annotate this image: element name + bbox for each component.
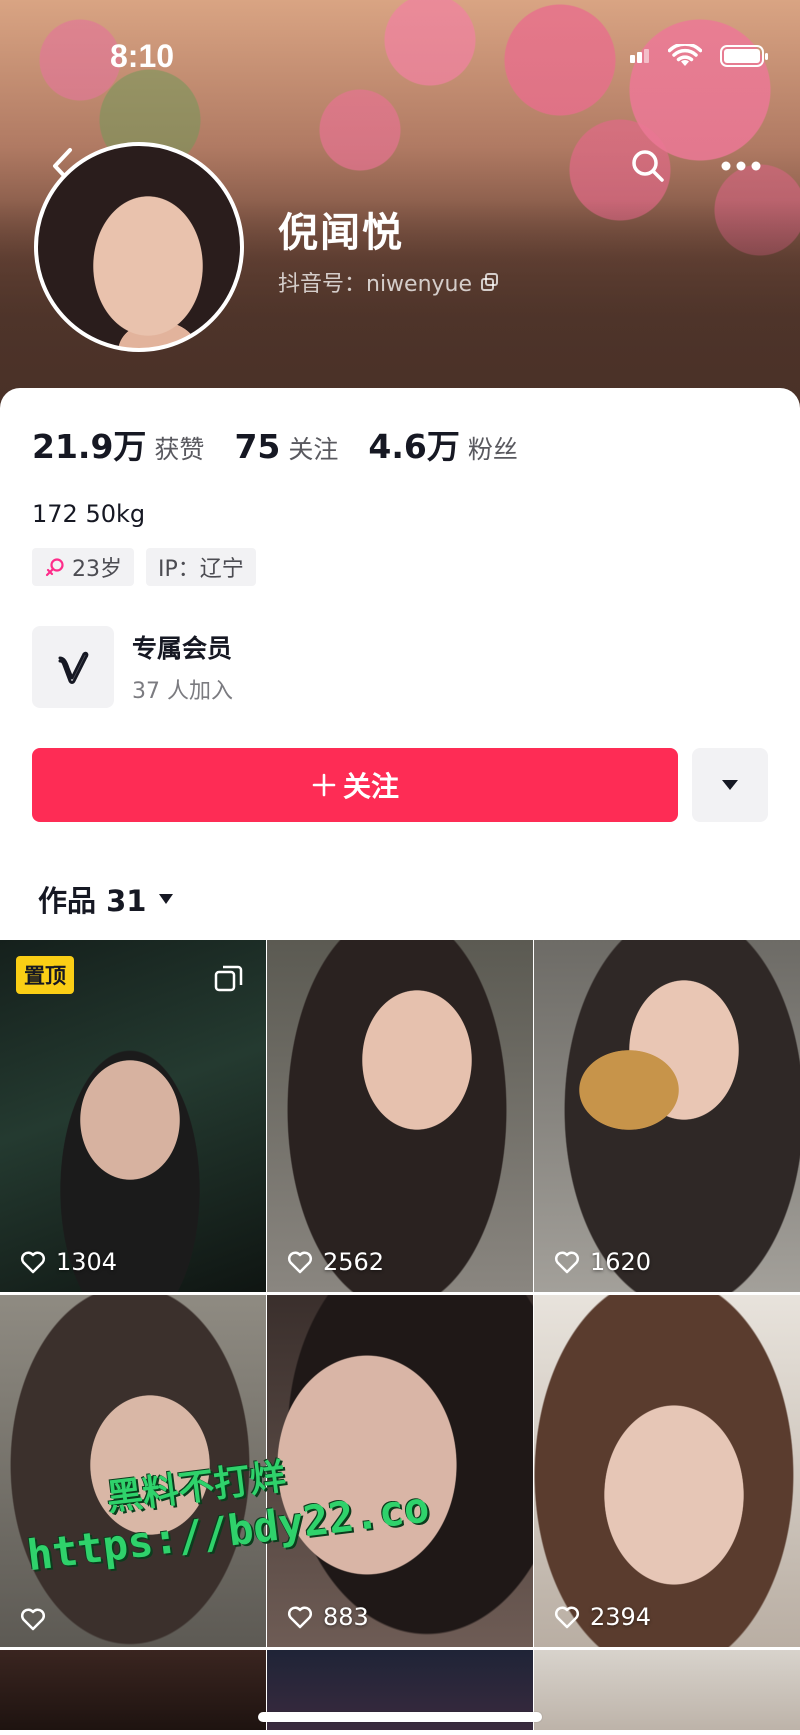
profile-tags: 23岁 IP：辽宁 bbox=[32, 548, 256, 586]
like-count-value: 1304 bbox=[56, 1248, 118, 1276]
video-grid: 置顶 1304 2562 1620 883 2394 bbox=[0, 940, 800, 1730]
follow-label: 关注 bbox=[342, 770, 399, 803]
like-count: 1304 bbox=[20, 1248, 117, 1276]
copy-icon[interactable] bbox=[480, 272, 500, 292]
avatar[interactable] bbox=[34, 142, 244, 352]
membership-entry[interactable]: 专属会员 37 人加入 bbox=[32, 626, 233, 708]
heart-icon bbox=[20, 1608, 46, 1631]
tab-works[interactable]: 作品 31 bbox=[38, 878, 174, 920]
stat-value: 4.6万 bbox=[368, 427, 460, 466]
ip-label: IP：辽宁 bbox=[158, 557, 244, 582]
like-count-value: 2394 bbox=[590, 1603, 652, 1631]
like-count bbox=[20, 1607, 56, 1631]
heart-icon bbox=[287, 1251, 313, 1274]
status-time: 8:10 bbox=[110, 38, 175, 74]
stat-label: 粉丝 bbox=[467, 435, 518, 464]
recommend-dropdown-button[interactable] bbox=[692, 748, 768, 822]
pinned-badge: 置顶 bbox=[16, 956, 74, 994]
like-count-value: 2562 bbox=[323, 1248, 385, 1276]
video-thumbnail[interactable] bbox=[0, 1650, 266, 1730]
search-icon[interactable] bbox=[630, 148, 666, 184]
handle-text: 抖音号：niwenyue bbox=[278, 272, 473, 297]
like-count: 2394 bbox=[554, 1603, 651, 1631]
stat-value: 21.9万 bbox=[32, 427, 147, 466]
multi-image-icon bbox=[214, 965, 243, 992]
follow-button[interactable]: 关注 bbox=[32, 748, 678, 822]
plus-icon bbox=[312, 773, 336, 797]
signal-icon bbox=[630, 49, 650, 63]
membership-badge bbox=[32, 626, 114, 708]
like-count-value: 883 bbox=[323, 1603, 369, 1631]
status-icons bbox=[630, 44, 768, 68]
female-icon bbox=[45, 558, 64, 577]
membership-text: 专属会员 37 人加入 bbox=[132, 629, 233, 705]
profile-bio: 172 50kg bbox=[32, 500, 146, 528]
status-bar: 8:10 bbox=[0, 38, 800, 78]
video-thumbnail[interactable]: 置顶 1304 bbox=[0, 940, 266, 1292]
stat-label: 获赞 bbox=[154, 435, 205, 464]
stat-followers[interactable]: 4.6万 粉丝 bbox=[368, 420, 517, 468]
wifi-icon bbox=[668, 44, 702, 66]
profile-name: 倪闻悦 bbox=[278, 210, 404, 256]
heart-icon bbox=[554, 1251, 580, 1274]
like-count: 883 bbox=[287, 1603, 369, 1631]
like-count: 1620 bbox=[554, 1248, 651, 1276]
ip-tag: IP：辽宁 bbox=[146, 548, 256, 586]
stat-likes[interactable]: 21.9万 获赞 bbox=[32, 420, 204, 468]
vip-v-icon bbox=[58, 651, 89, 684]
video-thumbnail[interactable]: 1620 bbox=[534, 940, 800, 1292]
stat-following[interactable]: 75 关注 bbox=[234, 427, 338, 466]
battery-icon bbox=[720, 45, 768, 67]
age-label: 23岁 bbox=[72, 557, 122, 582]
age-tag: 23岁 bbox=[32, 548, 134, 586]
heart-icon bbox=[554, 1606, 580, 1629]
heart-icon bbox=[287, 1606, 313, 1629]
heart-icon bbox=[20, 1251, 46, 1274]
video-thumbnail[interactable]: 2562 bbox=[267, 940, 533, 1292]
video-thumbnail[interactable]: 2394 bbox=[534, 1295, 800, 1647]
caret-down-icon bbox=[159, 894, 174, 904]
like-count-value: 1620 bbox=[590, 1248, 652, 1276]
caret-down-icon bbox=[722, 780, 738, 790]
membership-subtitle: 37 人加入 bbox=[132, 679, 233, 704]
home-indicator[interactable] bbox=[258, 1712, 542, 1722]
stat-value: 75 bbox=[234, 427, 281, 466]
video-thumbnail[interactable] bbox=[534, 1650, 800, 1730]
like-count: 2562 bbox=[287, 1248, 384, 1276]
works-tab-label: 作品 31 bbox=[38, 884, 147, 918]
more-icon[interactable] bbox=[720, 160, 762, 172]
stats-row: 21.9万 获赞 75 关注 4.6万 粉丝 bbox=[32, 420, 518, 468]
membership-title: 专属会员 bbox=[132, 634, 233, 663]
profile-handle[interactable]: 抖音号：niwenyue bbox=[278, 266, 500, 298]
stat-label: 关注 bbox=[288, 435, 339, 464]
